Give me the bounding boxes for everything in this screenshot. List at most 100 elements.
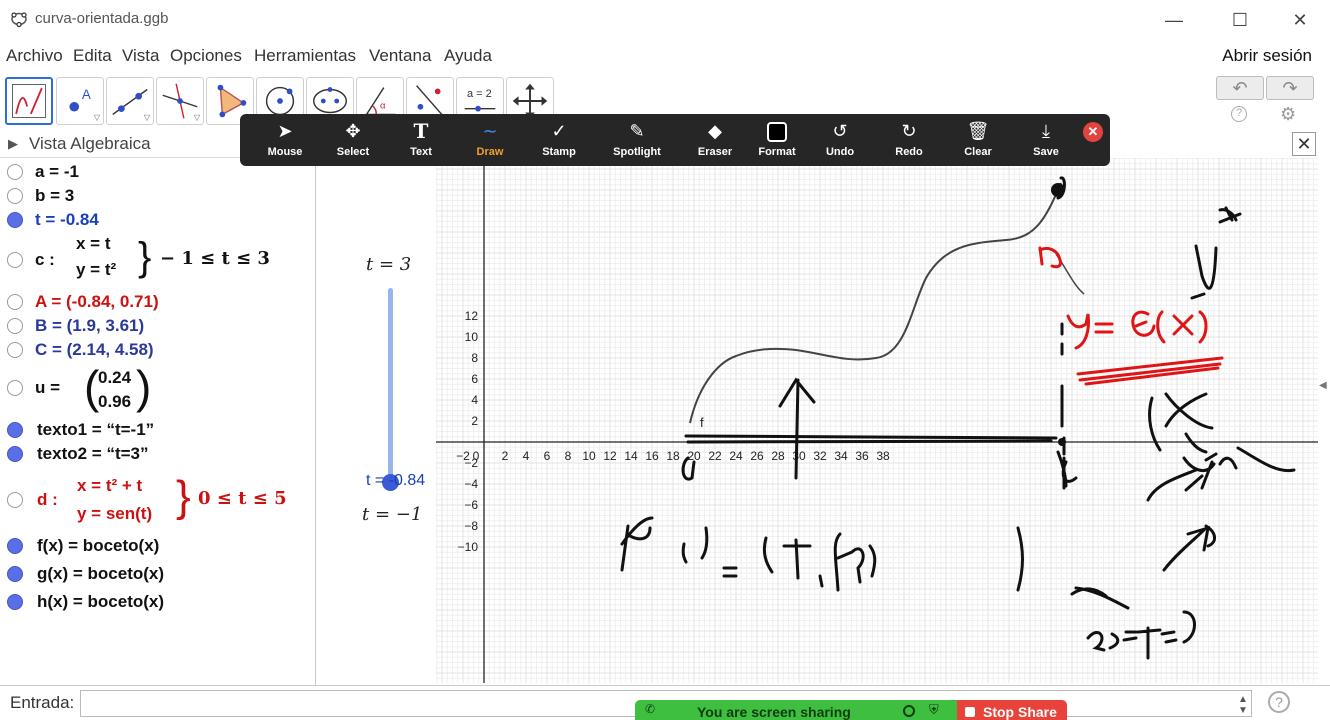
annotation-close-icon[interactable]: ✕ <box>1083 122 1103 142</box>
slider-min-label: t = −1 <box>362 504 423 525</box>
algebra-row-c[interactable]: c : x = t y = t² } − 1 ≤ t ≤ 3 <box>0 234 315 284</box>
menu-herramientas[interactable]: Herramientas <box>254 46 356 66</box>
checkmark-icon: ✓ <box>551 121 567 141</box>
annot-select-button[interactable]: ✥ Select <box>320 120 386 158</box>
algebra-row-d[interactable]: d : x = t² + t y = sen(t) } 0 ≤ t ≤ 5 <box>0 472 315 528</box>
visibility-toggle[interactable] <box>7 566 23 582</box>
menu-vista[interactable]: Vista <box>122 46 160 66</box>
line-tool[interactable]: ▽ <box>106 77 154 125</box>
menu-opciones[interactable]: Opciones <box>170 46 242 66</box>
graphics-canvas[interactable]: −2 0 2 4 6 8 10 12 14 16 18 20 22 24 26 28 30 32 34 36 38121… <box>436 158 1318 683</box>
visibility-toggle[interactable] <box>7 318 23 334</box>
visibility-toggle[interactable] <box>7 164 23 180</box>
redo-button[interactable]: ↷ <box>1266 76 1314 100</box>
perpendicular-line-tool[interactable]: ▽ <box>156 77 204 125</box>
point-tool[interactable]: A ▽ <box>56 77 104 125</box>
annot-mouse-button[interactable]: ➤ Mouse <box>252 120 318 158</box>
algebra-view-title: Vista Algebraica <box>29 134 151 153</box>
x-tick-label: 30 <box>792 449 806 463</box>
ink-dot <box>1051 183 1065 197</box>
visibility-toggle[interactable] <box>7 294 23 310</box>
input-history-dropdown-icon[interactable]: ▲ ▼ <box>1238 694 1248 716</box>
algebra-row-text: t = -0.84 <box>35 210 99 229</box>
close-graphics-view-button[interactable]: ✕ <box>1292 132 1316 156</box>
annot-draw-button[interactable]: ∼ Draw <box>457 120 523 158</box>
x-tick-label: 12 <box>603 449 617 463</box>
annot-format-button[interactable]: Format <box>744 120 810 158</box>
curve-x-equation: x = t² + t <box>77 476 143 495</box>
screen-sharing-text: You are screen sharing <box>697 704 851 720</box>
algebra-row-text: f(x) = boceto(x) <box>37 536 160 555</box>
menu-edita[interactable]: Edita <box>73 46 112 66</box>
function-curve-f <box>689 182 1062 424</box>
menu-archivo[interactable]: Archivo <box>6 46 63 66</box>
y-tick-label: −10 <box>458 540 479 554</box>
algebra-row-u[interactable]: u = ( 0.24 0.96 ) <box>0 361 315 416</box>
x-tick-label: 4 <box>523 449 530 463</box>
x-tick-label: 32 <box>813 449 827 463</box>
annot-eraser-button[interactable]: ◆ Eraser <box>682 120 748 158</box>
x-tick-label: 34 <box>834 449 848 463</box>
window-title: curva-orientada.ggb <box>35 10 169 27</box>
visibility-toggle[interactable] <box>7 380 23 396</box>
algebra-row-text: A = (-0.84, 0.71) <box>35 292 159 311</box>
close-window-button[interactable]: ✕ <box>1278 6 1322 34</box>
annot-clear-button[interactable]: 🗑 Clear <box>945 120 1011 158</box>
menu-ayuda[interactable]: Ayuda <box>444 46 492 66</box>
visibility-toggle[interactable] <box>7 342 23 358</box>
visibility-toggle[interactable] <box>7 212 23 228</box>
geogebra-logo-icon <box>11 12 27 28</box>
visibility-toggle[interactable] <box>7 446 23 462</box>
curve-range: − 1 ≤ t ≤ 3 <box>160 248 270 269</box>
annot-redo-button[interactable]: ↻ Redo <box>876 120 942 158</box>
annot-stamp-button[interactable]: ✓ Stamp <box>526 120 592 158</box>
annot-save-button[interactable]: ⤓ Save <box>1013 120 1079 158</box>
settings-gear-icon[interactable]: ⚙ <box>1280 104 1296 125</box>
y-tick-label: −4 <box>464 477 478 491</box>
stop-share-button[interactable]: Stop Share <box>957 700 1067 720</box>
menu-ventana[interactable]: Ventana <box>369 46 431 66</box>
annot-undo-button[interactable]: ↺ Undo <box>807 120 873 158</box>
maximize-button[interactable]: ☐ <box>1218 6 1262 34</box>
visibility-toggle[interactable] <box>7 538 23 554</box>
y-tick-label: 6 <box>471 372 478 386</box>
move-graphic-tool[interactable] <box>5 77 53 125</box>
vector-top: 0.24 <box>98 368 132 387</box>
y-tick-label: 10 <box>465 330 479 344</box>
brace-icon: } <box>138 235 152 279</box>
visibility-toggle[interactable] <box>7 252 23 268</box>
annot-text-button[interactable]: T Text <box>388 120 454 158</box>
shield-icon[interactable]: ⛨ <box>929 702 939 718</box>
x-tick-label: 36 <box>855 449 869 463</box>
squiggle-icon: ∼ <box>482 121 498 141</box>
visibility-toggle[interactable] <box>7 188 23 204</box>
stop-square-icon <box>965 707 975 717</box>
x-tick-label: 10 <box>582 449 596 463</box>
visibility-toggle[interactable] <box>7 492 23 508</box>
algebra-row-text: B = (1.9, 3.61) <box>35 316 145 335</box>
slider-track[interactable] <box>388 288 393 484</box>
undo-button[interactable]: ↶ <box>1216 76 1264 100</box>
visibility-toggle[interactable] <box>7 594 23 610</box>
move-arrows-icon: ✥ <box>345 121 361 141</box>
record-icon[interactable] <box>903 705 915 717</box>
input-help-icon[interactable]: ? <box>1268 691 1290 713</box>
minimize-button[interactable]: — <box>1152 6 1196 34</box>
collapse-arrow-icon[interactable]: ◀ <box>1319 380 1330 420</box>
slider-panel: t = 3 t = -0.84 t = −1 <box>316 158 435 683</box>
curve-y-equation: y = t² <box>76 260 117 279</box>
algebra-row-text: texto1 = “t=-1” <box>37 420 155 439</box>
graphics-view[interactable]: −2 0 2 4 6 8 10 12 14 16 18 20 22 24 26 28 30 32 34 36 38 12 1… <box>436 158 1318 683</box>
collapse-triangle-icon[interactable]: ▶ <box>8 136 18 152</box>
x-tick-label: 18 <box>666 449 680 463</box>
slider-max-label: t = 3 <box>366 254 412 275</box>
visibility-toggle[interactable] <box>7 422 23 438</box>
color-swatch-icon <box>744 120 810 143</box>
help-icon[interactable]: ? <box>1231 106 1247 122</box>
y-tick-label: 8 <box>471 351 478 365</box>
grid <box>436 158 1318 683</box>
login-link[interactable]: Abrir sesión <box>1222 46 1312 66</box>
annot-spotlight-button[interactable]: ✎ Spotlight <box>604 120 670 158</box>
algebra-row-text: b = 3 <box>35 186 75 205</box>
phone-icon: ✆ <box>645 702 656 716</box>
